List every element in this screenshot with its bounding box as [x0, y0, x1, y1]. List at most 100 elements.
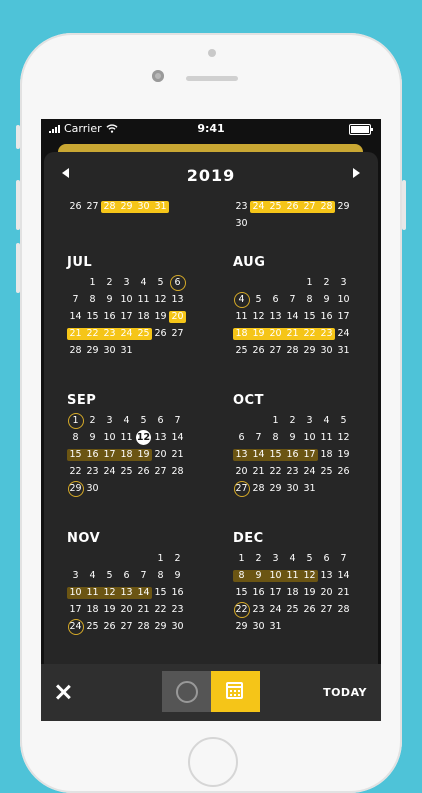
calendar-day[interactable]: 17 [335, 310, 352, 324]
calendar-day[interactable]: 30 [84, 482, 101, 496]
calendar-day[interactable]: 9 [101, 293, 118, 307]
calendar-day[interactable]: 15 [152, 586, 169, 600]
calendar-day[interactable]: 7 [335, 552, 352, 566]
calendar-day[interactable]: 12 [135, 430, 152, 445]
calendar-day[interactable]: 24 [101, 465, 118, 479]
calendar-day[interactable]: 9 [318, 293, 335, 307]
calendar-day[interactable]: 30 [284, 482, 301, 496]
calendar-day[interactable]: 19 [135, 448, 152, 462]
calendar-day[interactable]: 29 [301, 344, 318, 358]
calendar-day[interactable]: 23 [318, 327, 335, 341]
calendar-day[interactable]: 27 [169, 327, 186, 341]
calendar-day[interactable]: 2 [318, 276, 335, 290]
calendar-day[interactable]: 17 [267, 586, 284, 600]
calendar-day[interactable]: 30 [135, 200, 152, 214]
calendar-day[interactable]: 7 [284, 293, 301, 307]
calendar-day[interactable]: 6 [267, 293, 284, 307]
calendar-day[interactable]: 9 [250, 569, 267, 583]
calendar-day[interactable]: 8 [301, 293, 318, 307]
calendar-day[interactable]: 17 [67, 603, 84, 617]
calendar-day[interactable]: 3 [267, 552, 284, 566]
calendar-day[interactable]: 19 [335, 448, 352, 462]
calendar-day[interactable]: 6 [169, 274, 186, 291]
calendar-day[interactable]: 24 [267, 603, 284, 617]
calendar-day[interactable]: 22 [84, 327, 101, 341]
calendar-day[interactable]: 10 [335, 293, 352, 307]
calendar-day[interactable]: 7 [250, 431, 267, 445]
calendar-day[interactable]: 21 [335, 586, 352, 600]
today-button[interactable]: TODAY [323, 686, 367, 699]
calendar-day[interactable]: 31 [335, 344, 352, 358]
calendar-day[interactable]: 8 [67, 431, 84, 445]
calendar-day[interactable]: 17 [101, 448, 118, 462]
calendar-day[interactable]: 22 [67, 465, 84, 479]
calendar-day[interactable]: 20 [118, 603, 135, 617]
calendar-day[interactable]: 30 [101, 344, 118, 358]
calendar-day[interactable]: 26 [250, 344, 267, 358]
calendar-day[interactable]: 3 [335, 276, 352, 290]
calendar-day[interactable]: 5 [135, 414, 152, 428]
calendar-day[interactable]: 18 [135, 310, 152, 324]
calendar-day[interactable]: 16 [284, 448, 301, 462]
close-icon[interactable] [55, 684, 71, 700]
calendar-day[interactable]: 12 [335, 431, 352, 445]
calendar-day[interactable]: 8 [84, 293, 101, 307]
calendar-day[interactable]: 5 [335, 414, 352, 428]
calendar-day[interactable]: 15 [267, 448, 284, 462]
calendar-day[interactable]: 7 [169, 414, 186, 428]
calendar-day[interactable]: 29 [67, 480, 84, 497]
calendar-day[interactable]: 13 [318, 569, 335, 583]
calendar-day[interactable]: 19 [250, 327, 267, 341]
calendar-day[interactable]: 2 [169, 552, 186, 566]
calendar-day[interactable]: 18 [284, 586, 301, 600]
calendar-day[interactable]: 16 [318, 310, 335, 324]
calendar-day[interactable]: 16 [250, 586, 267, 600]
calendar-day[interactable]: 27 [84, 200, 101, 214]
calendar-day[interactable]: 7 [67, 293, 84, 307]
calendar-day[interactable]: 20 [318, 586, 335, 600]
calendar-day[interactable]: 2 [101, 276, 118, 290]
calendar-day[interactable]: 18 [84, 603, 101, 617]
calendar-day[interactable]: 11 [284, 569, 301, 583]
calendar-day[interactable]: 22 [267, 465, 284, 479]
calendar-day[interactable]: 26 [101, 620, 118, 634]
calendar-day[interactable]: 13 [152, 431, 169, 445]
month-name[interactable]: SEP [67, 393, 96, 408]
month-name[interactable]: OCT [233, 393, 264, 408]
calendar-day[interactable]: 5 [301, 552, 318, 566]
calendar-day[interactable]: 11 [233, 310, 250, 324]
calendar-day[interactable]: 10 [267, 569, 284, 583]
calendar-day[interactable]: 24 [301, 465, 318, 479]
calendar-day[interactable]: 11 [84, 586, 101, 600]
calendar-day[interactable]: 28 [169, 465, 186, 479]
calendar-day[interactable]: 31 [118, 344, 135, 358]
calendar-day[interactable]: 3 [101, 414, 118, 428]
calendar-view-button[interactable] [211, 671, 260, 712]
calendar-day[interactable]: 30 [233, 217, 250, 231]
calendar-day[interactable]: 14 [67, 310, 84, 324]
calendar-day[interactable]: 5 [101, 569, 118, 583]
calendar-day[interactable]: 3 [118, 276, 135, 290]
calendar-day[interactable]: 6 [118, 569, 135, 583]
calendar-day[interactable]: 14 [284, 310, 301, 324]
calendar-day[interactable]: 9 [169, 569, 186, 583]
calendar-day[interactable]: 4 [233, 291, 250, 308]
calendar-day[interactable]: 27 [152, 465, 169, 479]
calendar-day[interactable]: 6 [152, 414, 169, 428]
calendar-day[interactable]: 26 [284, 200, 301, 214]
calendar-day[interactable]: 20 [152, 448, 169, 462]
calendar-day[interactable]: 1 [267, 414, 284, 428]
calendar-day[interactable]: 13 [233, 448, 250, 462]
calendar-day[interactable]: 26 [152, 327, 169, 341]
calendar-day[interactable]: 10 [301, 431, 318, 445]
calendar-day[interactable]: 1 [67, 412, 84, 429]
calendar-day[interactable]: 12 [250, 310, 267, 324]
calendar-day[interactable]: 25 [84, 620, 101, 634]
calendar-day[interactable]: 7 [135, 569, 152, 583]
calendar-day[interactable]: 23 [84, 465, 101, 479]
calendar-day[interactable]: 4 [318, 414, 335, 428]
calendar-day[interactable]: 28 [335, 603, 352, 617]
calendar-day[interactable]: 16 [169, 586, 186, 600]
calendar-day[interactable]: 31 [301, 482, 318, 496]
calendar-day[interactable]: 13 [267, 310, 284, 324]
